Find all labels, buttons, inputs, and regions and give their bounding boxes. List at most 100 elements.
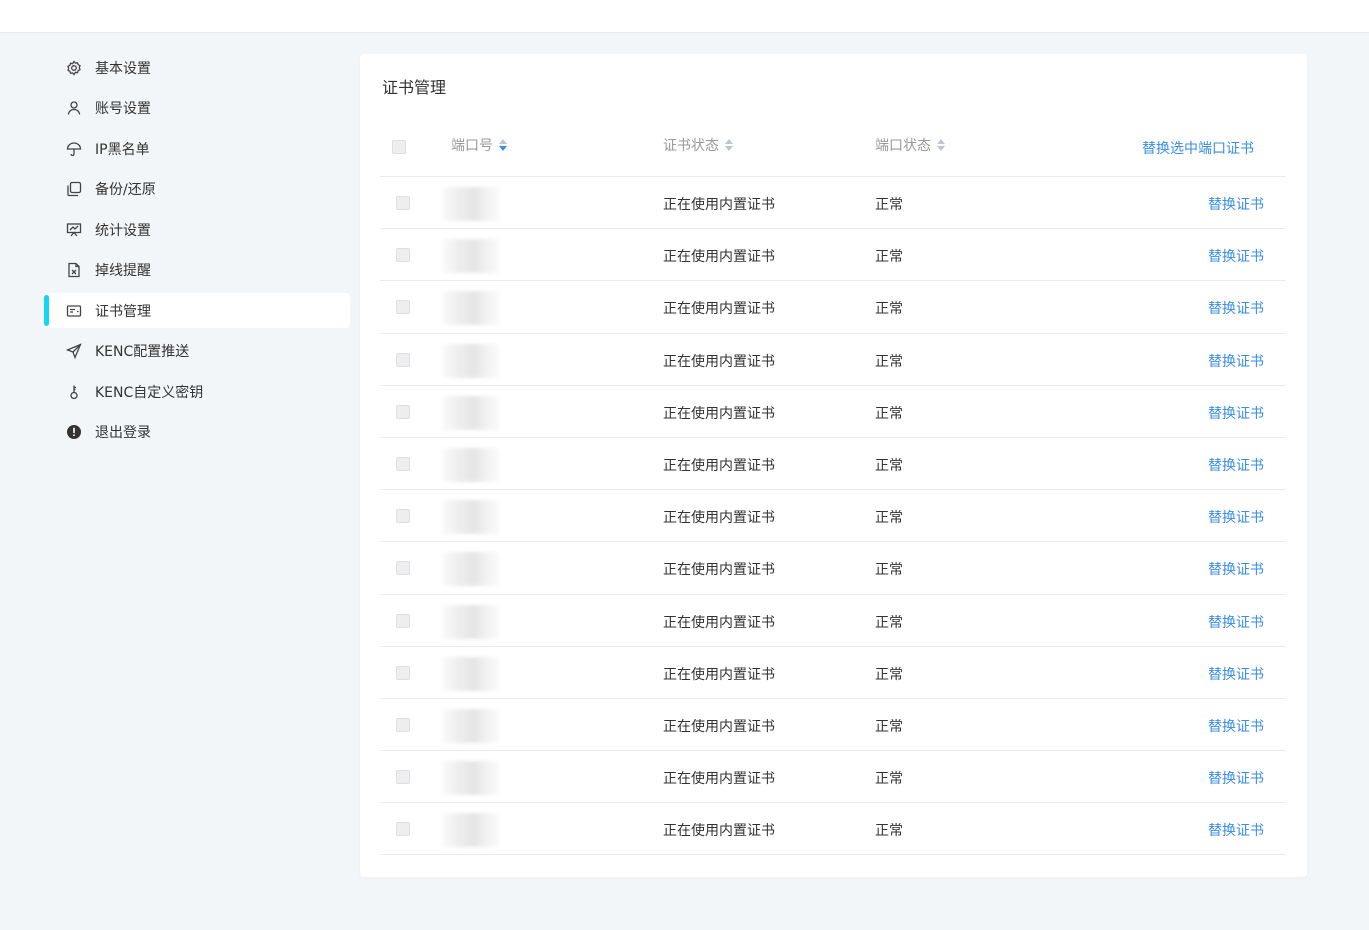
table-row: 正在使用内置证书 正常 替换证书 xyxy=(380,490,1286,543)
cert-status-cell: 正在使用内置证书 xyxy=(663,562,775,579)
sidebar-item-ip-blacklist[interactable]: IP黑名单 xyxy=(44,131,350,166)
table-row: 正在使用内置证书 正常 替换证书 xyxy=(380,229,1286,282)
sort-icon[interactable] xyxy=(937,139,945,151)
sidebar-item-label: 退出登录 xyxy=(95,425,151,441)
row-checkbox[interactable] xyxy=(396,561,410,576)
sidebar-item-label: 掉线提醒 xyxy=(95,263,151,279)
replace-cert-button[interactable]: 替换证书 xyxy=(1208,612,1264,632)
sidebar-item-account-settings[interactable]: 账号设置 xyxy=(44,91,350,126)
row-checkbox[interactable] xyxy=(396,456,410,471)
row-checkbox[interactable] xyxy=(396,613,410,628)
sidebar-item-offline-alert[interactable]: 掉线提醒 xyxy=(44,253,350,288)
cert-status-cell: 正在使用内置证书 xyxy=(663,405,775,422)
port-number-redacted xyxy=(442,761,500,796)
replace-cert-button[interactable]: 替换证书 xyxy=(1208,298,1264,318)
port-status-cell: 正常 xyxy=(875,562,903,579)
replace-selected-certs-button[interactable]: 替换选中端口证书 xyxy=(1142,138,1254,158)
replace-cert-button[interactable]: 替换证书 xyxy=(1208,559,1264,579)
cert-status-cell: 正在使用内置证书 xyxy=(663,614,775,631)
sidebar-item-statistics-settings[interactable]: 统计设置 xyxy=(44,212,350,247)
row-checkbox[interactable] xyxy=(396,248,410,263)
sort-icon[interactable] xyxy=(499,139,507,151)
row-checkbox[interactable] xyxy=(396,352,410,367)
port-number-redacted xyxy=(442,291,500,326)
select-all-checkbox[interactable] xyxy=(392,140,406,154)
replace-cert-button[interactable]: 替换证书 xyxy=(1208,246,1264,266)
row-checkbox[interactable] xyxy=(396,822,410,837)
umbrella-icon xyxy=(65,140,83,158)
sidebar-item-label: 证书管理 xyxy=(95,303,151,320)
port-status-cell: 正常 xyxy=(875,666,903,683)
table-row: 正在使用内置证书 正常 替换证书 xyxy=(380,386,1286,438)
page-title: 证书管理 xyxy=(382,78,447,97)
row-checkbox[interactable] xyxy=(396,404,410,419)
sidebar-item-kenc-config-push[interactable]: KENC配置推送 xyxy=(44,334,350,369)
row-checkbox[interactable] xyxy=(396,770,410,785)
presentation-chart-icon xyxy=(65,221,83,239)
port-status-cell: 正常 xyxy=(875,457,903,474)
port-status-cell: 正常 xyxy=(875,301,903,318)
cert-status-cell: 正在使用内置证书 xyxy=(663,718,775,735)
port-status-cell: 正常 xyxy=(875,771,903,788)
sidebar-item-label: KENC自定义密钥 xyxy=(95,384,204,401)
sidebar-item-kenc-custom-key[interactable]: KENC自定义密钥 xyxy=(44,374,350,409)
sidebar-item-label: 备份/还原 xyxy=(95,182,156,198)
replace-cert-button[interactable]: 替换证书 xyxy=(1208,664,1264,684)
sidebar-item-label: 账号设置 xyxy=(95,101,151,117)
replace-cert-button[interactable]: 替换证书 xyxy=(1208,403,1264,423)
row-checkbox[interactable] xyxy=(396,665,410,680)
port-status-cell: 正常 xyxy=(875,823,903,840)
cert-status-cell: 正在使用内置证书 xyxy=(663,771,775,788)
replace-cert-button[interactable]: 替换证书 xyxy=(1208,455,1264,475)
table-header: 端口号 证书状态 端口状态 替换选中端口证书 xyxy=(380,118,1286,177)
replace-cert-button[interactable]: 替换证书 xyxy=(1208,820,1264,840)
sidebar-item-label: IP黑名单 xyxy=(95,141,150,158)
port-status-cell: 正常 xyxy=(875,353,903,370)
table-row: 正在使用内置证书 正常 替换证书 xyxy=(380,177,1286,230)
table-row: 正在使用内置证书 正常 替换证书 xyxy=(380,803,1286,856)
key-icon xyxy=(65,383,83,401)
port-status-cell: 正常 xyxy=(875,718,903,735)
replace-cert-button[interactable]: 替换证书 xyxy=(1208,507,1264,527)
sidebar-item-certificate-management[interactable]: 证书管理 xyxy=(44,293,350,328)
replace-cert-button[interactable]: 替换证书 xyxy=(1208,194,1264,214)
sidebar-item-logout[interactable]: 退出登录 xyxy=(44,415,350,450)
sidebar-item-basic-settings[interactable]: 基本设置 xyxy=(44,50,350,85)
cert-status-cell: 正在使用内置证书 xyxy=(663,457,775,474)
replace-cert-button[interactable]: 替换证书 xyxy=(1208,351,1264,371)
settings-sidebar: 基本设置 账号设置 IP黑名单 备份/还原 统计设置 掉线提醒 证书管理 KEN… xyxy=(44,50,350,455)
table-row: 正在使用内置证书 正常 替换证书 xyxy=(380,699,1286,752)
column-header-port[interactable]: 端口号 xyxy=(451,135,507,155)
cert-status-cell: 正在使用内置证书 xyxy=(663,510,775,527)
gear-icon xyxy=(65,59,83,77)
sidebar-item-backup-restore[interactable]: 备份/还原 xyxy=(44,172,350,207)
replace-cert-button[interactable]: 替换证书 xyxy=(1208,716,1264,736)
sort-icon[interactable] xyxy=(725,139,733,151)
port-status-cell: 正常 xyxy=(875,249,903,266)
certificate-card-icon xyxy=(65,302,83,320)
row-checkbox[interactable] xyxy=(396,509,410,524)
column-header-port-status[interactable]: 端口状态 xyxy=(875,135,945,155)
port-status-cell: 正常 xyxy=(875,510,903,527)
table-row: 正在使用内置证书 正常 替换证书 xyxy=(380,647,1286,699)
sidebar-item-label: 基本设置 xyxy=(95,60,151,77)
row-checkbox[interactable] xyxy=(396,196,410,210)
table-row: 正在使用内置证书 正常 替换证书 xyxy=(380,281,1286,334)
send-icon xyxy=(65,342,83,360)
cert-status-cell: 正在使用内置证书 xyxy=(663,197,775,213)
row-checkbox[interactable] xyxy=(396,300,410,315)
port-number-redacted xyxy=(442,604,500,639)
table-row: 正在使用内置证书 正常 替换证书 xyxy=(380,751,1286,804)
port-number-redacted xyxy=(442,447,500,482)
row-checkbox[interactable] xyxy=(396,717,410,732)
cert-status-cell: 正在使用内置证书 xyxy=(663,353,775,370)
top-bar xyxy=(0,0,1369,33)
port-number-redacted xyxy=(442,239,500,274)
column-header-cert-status[interactable]: 证书状态 xyxy=(663,135,733,155)
port-status-cell: 正常 xyxy=(875,614,903,631)
copy-icon xyxy=(65,180,83,198)
cert-status-cell: 正在使用内置证书 xyxy=(663,249,775,266)
replace-cert-button[interactable]: 替换证书 xyxy=(1208,768,1264,788)
port-number-redacted xyxy=(442,813,500,848)
table-row: 正在使用内置证书 正常 替换证书 xyxy=(380,334,1286,386)
